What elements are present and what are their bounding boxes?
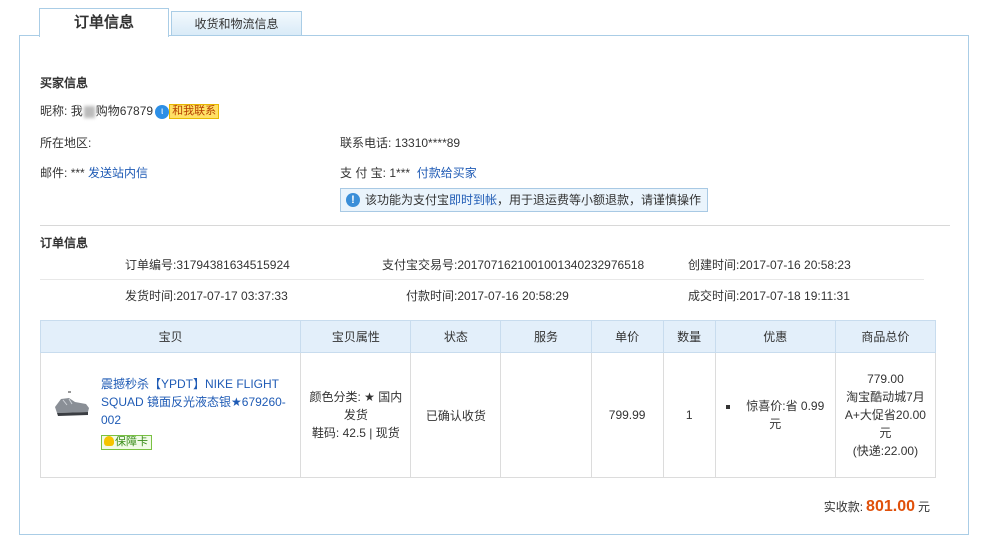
order-section-title: 订单信息 [40,236,89,250]
product-thumbnail[interactable] [53,389,91,419]
order-info-row-2: 发货时间:2017-07-17 03:37:33 付款时间:2017-07-16… [40,282,924,310]
header-discount: 优惠 [714,320,836,353]
order-status: 已确认收货 [410,352,502,478]
product-cell: 震撼秒杀【YPDT】NIKE FLIGHT SQUAD 镜面反光液态银★6792… [39,352,302,478]
order-number: 订单编号:31794381634515924 [125,258,290,272]
header-price: 单价 [590,320,664,353]
payment-unit: 元 [917,500,930,514]
discount-cell: 惊喜价:省 0.99 元 [714,352,836,478]
guarantee-card-badge[interactable]: 保障卡 [101,435,152,450]
completed-time: 成交时间:2017-07-18 19:11:31 [688,289,850,303]
phone-value: 13310****89 [394,136,461,150]
header-attributes: 宝贝属性 [300,320,412,353]
send-message-link[interactable]: 发送站内信 [88,166,148,180]
total-note: 淘宝酷动城7月A+大促省20.00元 [844,390,926,440]
bullet-icon [726,404,731,409]
blurred-text [83,105,95,118]
header-status: 状态 [410,320,502,353]
wangwang-icon[interactable]: ι [155,104,170,119]
total-shipping: (快递:22.00) [852,444,919,458]
shipped-time: 发货时间:2017-07-17 03:37:33 [125,289,288,303]
header-total: 商品总价 [834,320,937,353]
unit-price: 799.99 [590,352,664,478]
alipay-row: 支 付 宝: 1*** 付款给买家 [340,164,477,181]
item-total: 779.00 淘宝酷动城7月A+大促省20.00元 (快递:22.00) [834,352,937,478]
nickname-label: 昵称: [40,104,68,118]
service-cell [500,352,592,478]
email-row: 邮件: *** 发送站内信 [40,164,148,181]
order-info-row-1: 订单编号:31794381634515924 支付宝交易号:2017071621… [40,251,924,279]
order-items-table: 宝贝 宝贝属性 状态 服务 单价 数量 优惠 商品总价 震撼秒杀【YPDT】NI… [39,320,937,478]
alipay-value: 1*** [389,166,411,180]
nickname-prefix: 我 [70,104,83,118]
product-attributes: 颜色分类: ★ 国内发货 鞋码: 42.5 | 现货 [300,352,412,478]
table-header-row: 宝贝 宝贝属性 状态 服务 单价 数量 优惠 商品总价 [39,320,937,353]
product-title-link[interactable]: 震撼秒杀【YPDT】NIKE FLIGHT SQUAD 镜面反光液态银★6792… [101,375,291,429]
pay-buyer-link[interactable]: 付款给买家 [417,166,477,180]
instant-transfer-link[interactable]: 即时到帐 [449,193,497,207]
paid-time: 付款时间:2017-07-16 20:58:29 [406,289,569,303]
header-service: 服务 [500,320,592,353]
alipay-trade-number: 支付宝交易号:2017071621001001340232976518 [382,258,645,272]
region-row: 所在地区: [40,134,91,151]
tab-shipping-logistics[interactable]: 收货和物流信息 [171,11,302,36]
notice-prefix: 该功能为支付宝 [365,193,450,207]
alipay-label: 支 付 宝: [340,166,387,180]
alipay-notice: ! 该功能为支付宝即时到帐，用于退运费等小额退款，请谨慎操作 [340,188,708,212]
section-divider [40,225,950,226]
region-label: 所在地区: [40,136,92,150]
tab-order-info[interactable]: 订单信息 [39,8,169,37]
total-amount: 779.00 [867,372,904,386]
payment-label: 实收款: [823,500,864,514]
contact-me-button[interactable]: 和我联系 [169,104,220,120]
nickname-suffix: 购物67879 [95,104,154,118]
payment-summary: 实收款: 801.00 元 [824,498,930,516]
header-quantity: 数量 [662,320,716,353]
guarantee-icon [104,436,114,446]
attr-size: 鞋码: 42.5 | 现货 [311,426,400,440]
attr-color: 颜色分类: ★ 国内发货 [309,390,403,422]
promo-text: 惊喜价:省 0.99 元 [746,399,825,431]
phone-label: 联系电话: [340,136,392,150]
email-value: *** [70,166,85,180]
created-time: 创建时间:2017-07-16 20:58:23 [688,258,851,272]
order-row-divider [40,279,924,280]
info-icon: ! [346,193,360,207]
buyer-section-title: 买家信息 [40,76,89,90]
payment-amount: 801.00 [866,498,915,515]
table-row: 震撼秒杀【YPDT】NIKE FLIGHT SQUAD 镜面反光液态银★6792… [39,352,937,478]
quantity: 1 [662,352,716,478]
nickname-row: 昵称: 我购物67879 ι 和我联系 [40,102,220,120]
header-item: 宝贝 [39,320,302,353]
phone-row: 联系电话: 13310****89 [340,134,460,151]
email-label: 邮件: [40,166,68,180]
notice-suffix: ，用于退运费等小额退款，请谨慎操作 [497,193,702,207]
